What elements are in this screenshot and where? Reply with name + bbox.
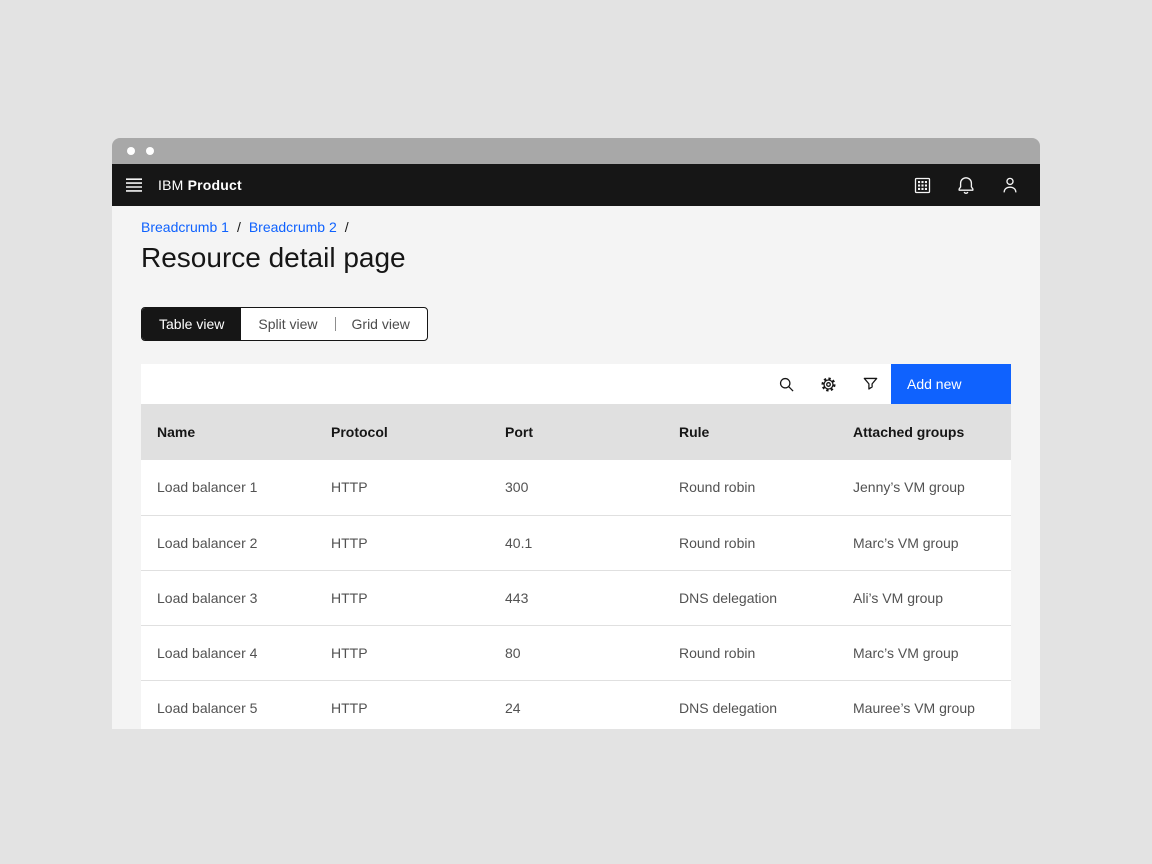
column-header-name: Name [141,404,315,460]
cell-attached-groups: Marc’s VM group [837,625,1011,680]
table-toolbar: Add new [141,364,1011,404]
page-content: Breadcrumb 1 / Breadcrumb 2 / Resource d… [112,206,1040,729]
tab-table-view[interactable]: Table view [142,308,241,340]
search-icon [778,376,795,393]
browser-window: IBM Product [112,138,1040,729]
cell-rule: Round robin [663,625,837,680]
cell-rule: DNS delegation [663,680,837,729]
breadcrumb-separator: / [345,219,349,235]
menu-button[interactable] [112,164,156,206]
brand-prefix: IBM [158,177,184,193]
breadcrumb: Breadcrumb 1 / Breadcrumb 2 / [141,206,1011,235]
table-row[interactable]: Load balancer 3 HTTP 443 DNS delegation … [141,570,1011,625]
cell-protocol: HTTP [315,680,489,729]
cell-protocol: HTTP [315,570,489,625]
cell-port: 300 [489,460,663,515]
cell-port: 24 [489,680,663,729]
cell-rule: Round robin [663,460,837,515]
cell-name: Load balancer 4 [141,625,315,680]
app-brand: IBM Product [158,177,242,193]
column-header-protocol: Protocol [315,404,489,460]
cell-port: 80 [489,625,663,680]
cell-attached-groups: Ali’s VM group [837,570,1011,625]
cell-attached-groups: Mauree’s VM group [837,680,1011,729]
filter-button[interactable] [849,364,891,404]
notification-bell-icon [957,176,975,194]
breadcrumb-link-1[interactable]: Breadcrumb 1 [141,219,229,235]
brand-name: Product [188,177,242,193]
hamburger-menu-icon [124,175,144,195]
app-header: IBM Product [112,164,1040,206]
cell-name: Load balancer 3 [141,570,315,625]
search-button[interactable] [765,364,807,404]
window-chrome-bar [112,138,1040,164]
notifications-button[interactable] [944,164,988,206]
table-head: Name Protocol Port Rule Attached groups [141,404,1011,460]
cell-name: Load balancer 2 [141,515,315,570]
breadcrumb-separator: / [237,219,241,235]
table-body: Load balancer 1 HTTP 300 Round robin Jen… [141,460,1011,729]
window-control-dot-1[interactable] [127,147,135,155]
table-row[interactable]: Load balancer 4 HTTP 80 Round robin Marc… [141,625,1011,680]
cell-protocol: HTTP [315,460,489,515]
column-header-attached-groups: Attached groups [837,404,1011,460]
page-title: Resource detail page [141,242,1011,274]
table-header-row: Name Protocol Port Rule Attached groups [141,404,1011,460]
data-table: Name Protocol Port Rule Attached groups … [141,404,1011,729]
filter-funnel-icon [862,376,879,393]
add-new-button[interactable]: Add new [891,364,1011,404]
column-header-rule: Rule [663,404,837,460]
app-grid-icon [914,177,931,194]
cell-rule: Round robin [663,515,837,570]
cell-protocol: HTTP [315,625,489,680]
cell-attached-groups: Marc’s VM group [837,515,1011,570]
breadcrumb-link-2[interactable]: Breadcrumb 2 [249,219,337,235]
window-control-dot-2[interactable] [146,147,154,155]
cell-port: 443 [489,570,663,625]
tab-split-view[interactable]: Split view [241,308,334,340]
table-row[interactable]: Load balancer 1 HTTP 300 Round robin Jen… [141,460,1011,515]
cell-protocol: HTTP [315,515,489,570]
table-row[interactable]: Load balancer 5 HTTP 24 DNS delegation M… [141,680,1011,729]
settings-button[interactable] [807,364,849,404]
cell-port: 40.1 [489,515,663,570]
gear-icon [820,376,837,393]
app-switcher-button[interactable] [900,164,944,206]
header-actions [900,164,1040,206]
column-header-port: Port [489,404,663,460]
user-avatar-icon [1001,176,1019,194]
view-switcher: Table view Split view Grid view [141,307,428,341]
tab-grid-view[interactable]: Grid view [335,308,427,340]
cell-name: Load balancer 1 [141,460,315,515]
cell-rule: DNS delegation [663,570,837,625]
profile-button[interactable] [988,164,1032,206]
table-row[interactable]: Load balancer 2 HTTP 40.1 Round robin Ma… [141,515,1011,570]
cell-name: Load balancer 5 [141,680,315,729]
cell-attached-groups: Jenny’s VM group [837,460,1011,515]
